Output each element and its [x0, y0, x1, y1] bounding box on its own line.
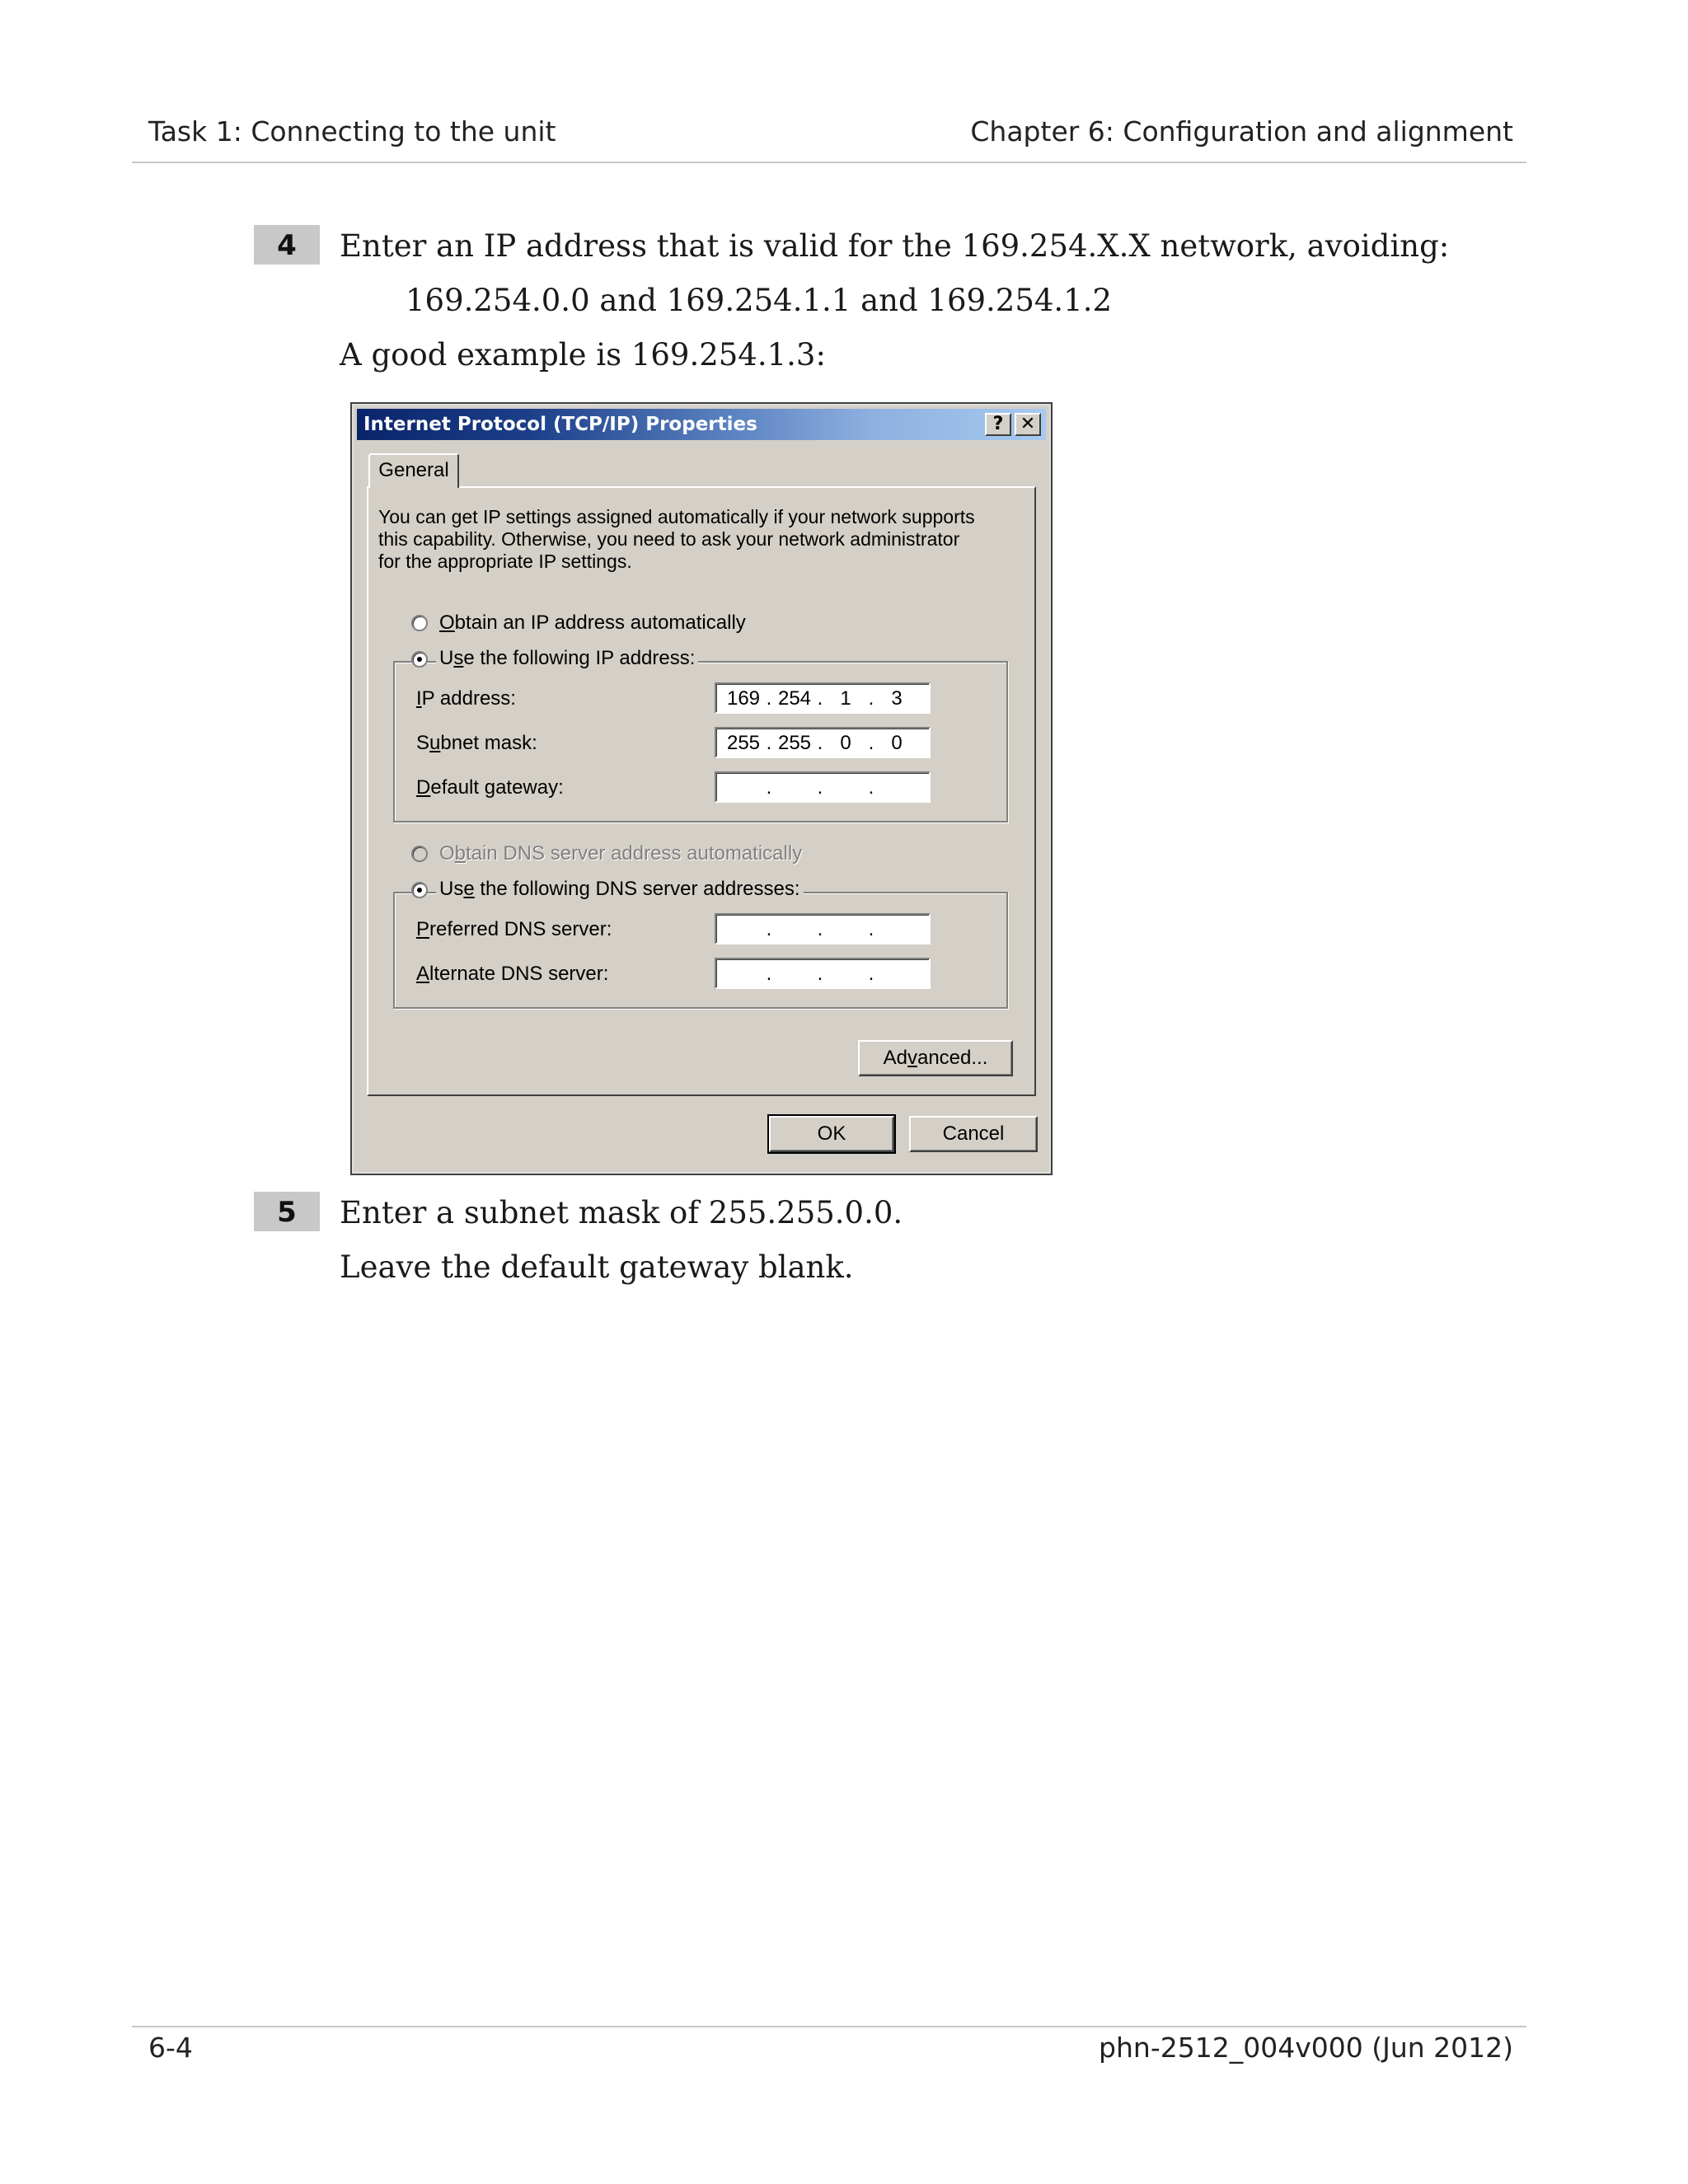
- help-button[interactable]: ?: [985, 413, 1011, 436]
- alternate-dns-label: Alternate DNS server:: [416, 963, 609, 985]
- default-gateway-input[interactable]: ...: [715, 771, 931, 803]
- alternate-dns-input[interactable]: ...: [715, 958, 931, 989]
- ip-address-input[interactable]: 169. 254. 1. 3: [715, 682, 931, 714]
- obtain-dns-auto-radio[interactable]: [411, 846, 428, 862]
- dns-server-group: [393, 892, 1008, 1009]
- use-following-ip-radio[interactable]: [411, 651, 428, 668]
- ip-address-label: IP address:: [416, 687, 516, 710]
- intro-text: You can get IP settings assigned automat…: [378, 506, 975, 572]
- advanced-button[interactable]: Advanced...: [858, 1040, 1013, 1076]
- page-number: 6-4: [148, 2032, 193, 2064]
- ok-button[interactable]: OK: [767, 1114, 896, 1154]
- step-4-example: A good example is 169.254.1.3:: [340, 337, 826, 373]
- header-chapter-title: Chapter 6: Configuration and alignment: [970, 115, 1513, 148]
- dialog-title: Internet Protocol (TCP/IP) Properties: [363, 414, 757, 435]
- obtain-ip-auto-label[interactable]: Obtain an IP address automatically: [439, 612, 746, 635]
- use-following-ip-label[interactable]: Use the following IP address:: [436, 647, 699, 670]
- obtain-ip-auto-radio[interactable]: [411, 615, 428, 631]
- close-button[interactable]: ✕: [1015, 413, 1041, 436]
- obtain-dns-auto-label: Obtain DNS server address automatically: [439, 842, 803, 865]
- step-5-followup: Leave the default gateway blank.: [340, 1249, 854, 1285]
- close-icon: ✕: [1020, 414, 1036, 434]
- step-5-text: Enter a subnet mask of 255.255.0.0.: [340, 1195, 903, 1230]
- step-number-4: 4: [254, 225, 320, 265]
- subnet-mask-label: Subnet mask:: [416, 732, 537, 754]
- header-section-title: Task 1: Connecting to the unit: [148, 115, 556, 148]
- preferred-dns-input[interactable]: ...: [715, 913, 931, 944]
- tab-general[interactable]: General: [368, 453, 459, 488]
- step-4-avoid-list: 169.254.0.0 and 169.254.1.1 and 169.254.…: [406, 283, 1113, 318]
- tcpip-properties-dialog: Internet Protocol (TCP/IP) Properties ? …: [350, 402, 1053, 1175]
- preferred-dns-label: Preferred DNS server:: [416, 918, 612, 940]
- use-following-dns-radio[interactable]: [411, 882, 428, 898]
- step-4-text: Enter an IP address that is valid for th…: [340, 228, 1450, 264]
- header-divider: [132, 162, 1526, 163]
- document-id: phn-2512_004v000 (Jun 2012): [1099, 2032, 1513, 2064]
- help-icon: ?: [992, 414, 1004, 434]
- footer-divider: [132, 2026, 1526, 2027]
- dialog-titlebar[interactable]: Internet Protocol (TCP/IP) Properties ? …: [357, 409, 1046, 440]
- use-following-dns-label[interactable]: Use the following DNS server addresses:: [436, 878, 804, 901]
- default-gateway-label: Default gateway:: [416, 776, 564, 799]
- subnet-mask-input[interactable]: 255. 255. 0. 0: [715, 727, 931, 758]
- step-number-5: 5: [254, 1192, 320, 1231]
- cancel-button[interactable]: Cancel: [909, 1116, 1038, 1152]
